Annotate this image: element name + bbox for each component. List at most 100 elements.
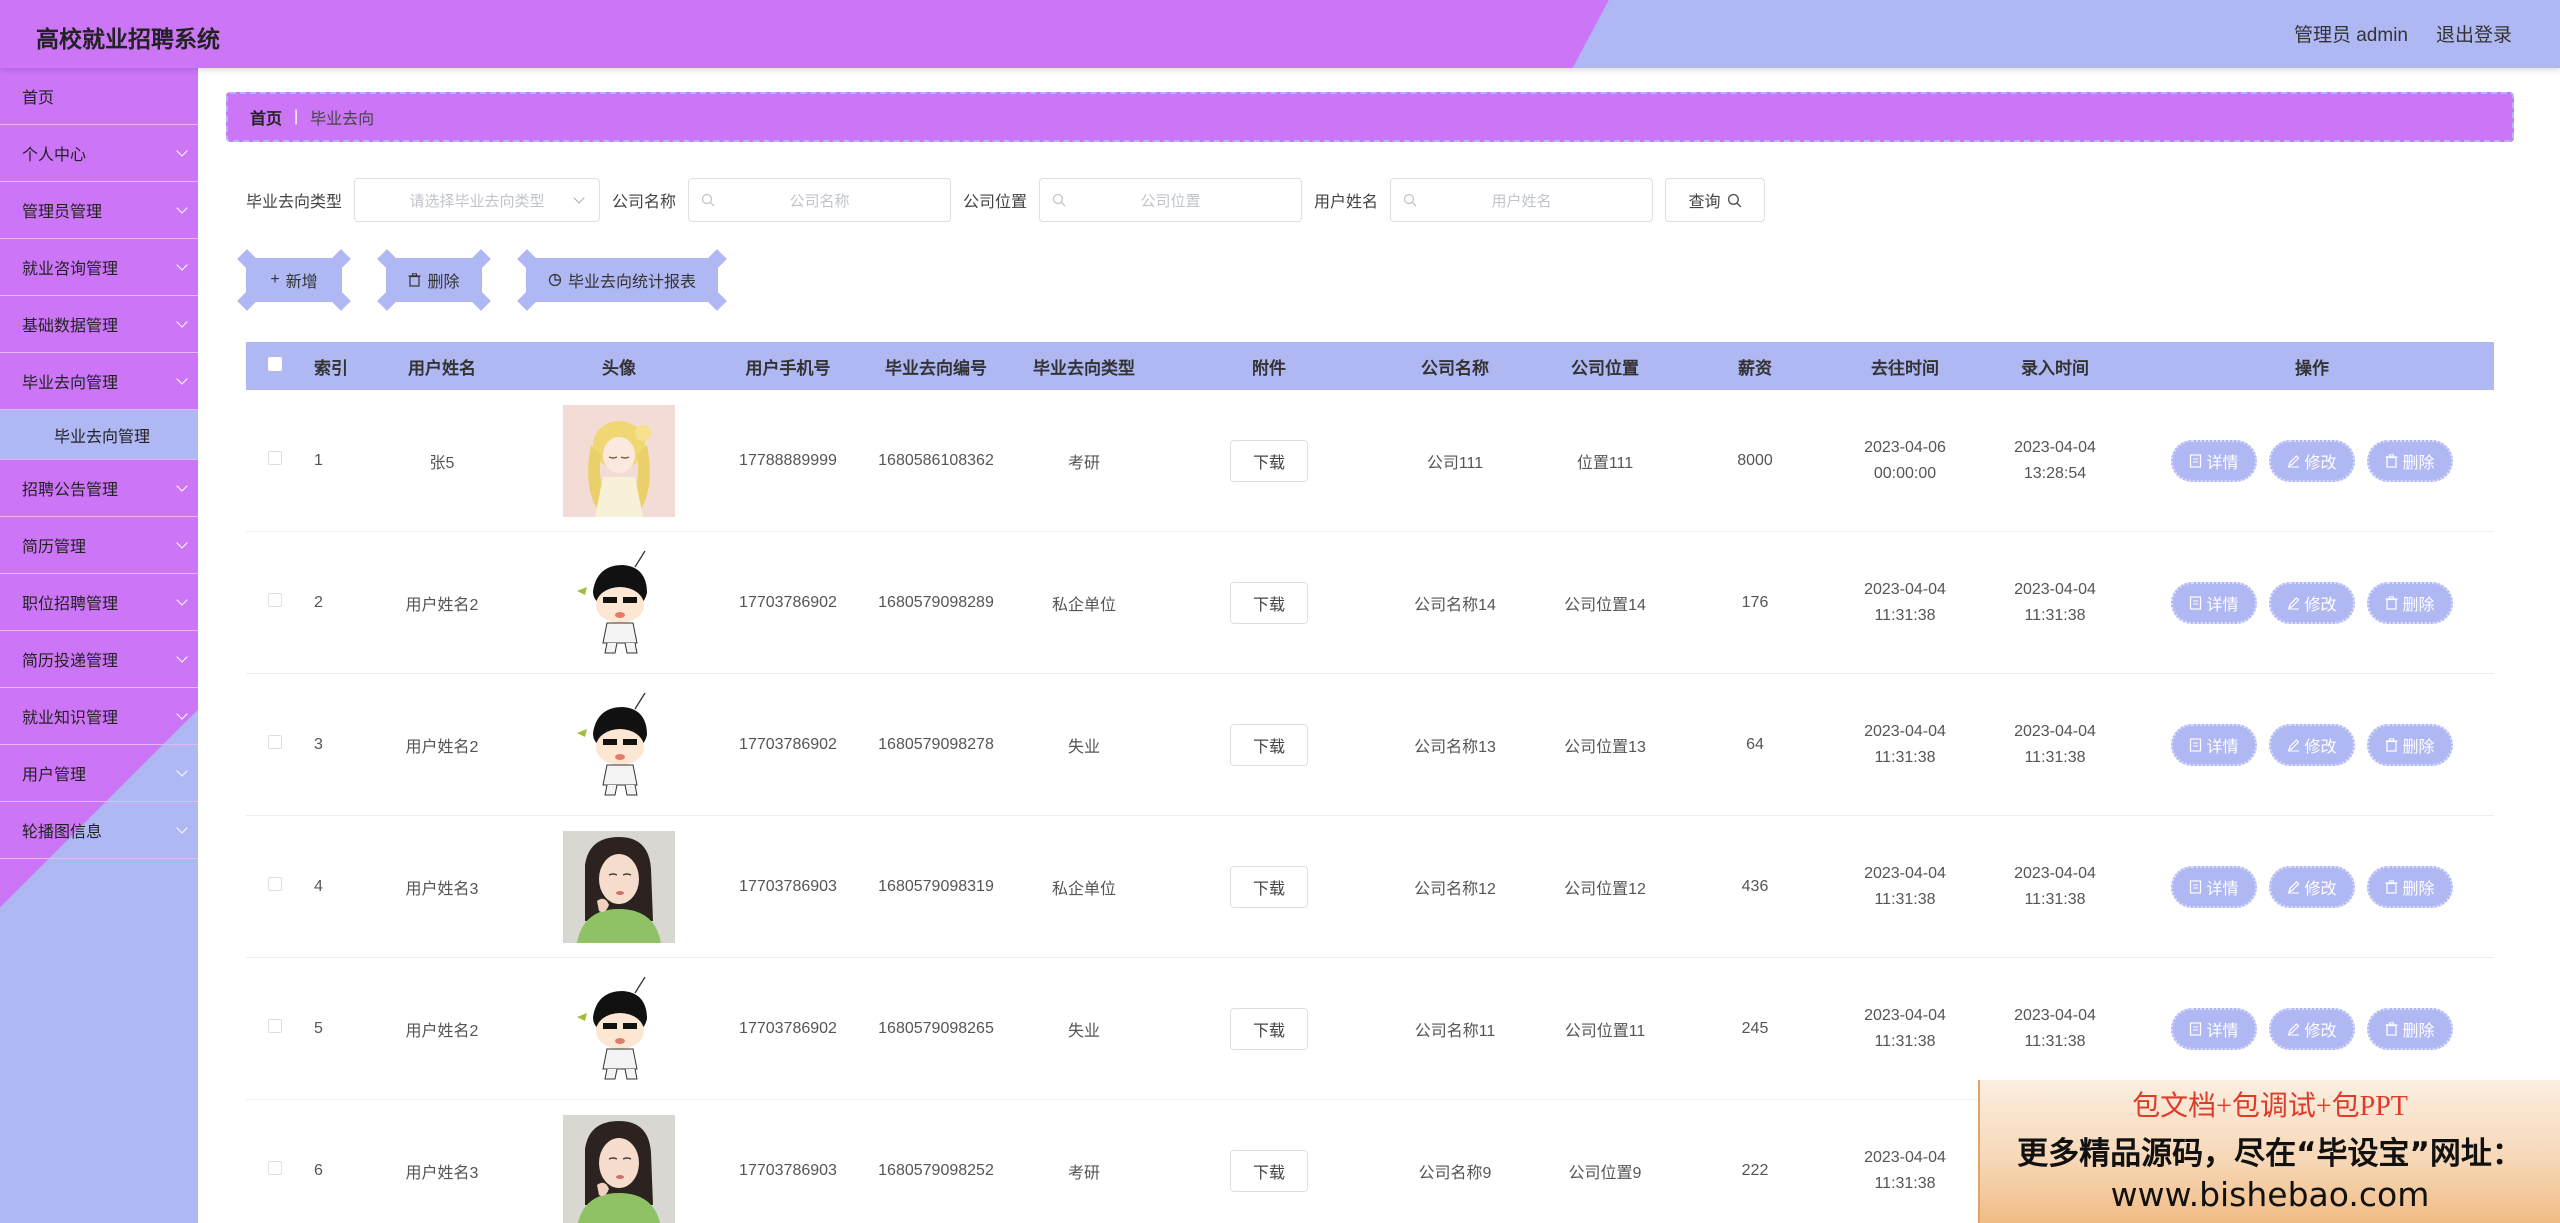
detail-button[interactable]: 详情 bbox=[2171, 581, 2257, 624]
row-checkbox[interactable] bbox=[268, 593, 282, 607]
download-button[interactable]: 下载 bbox=[1230, 439, 1308, 482]
download-button[interactable]: 下载 bbox=[1230, 723, 1308, 766]
detail-button[interactable]: 详情 bbox=[2171, 865, 2257, 908]
edit-button[interactable]: 修改 bbox=[2269, 1007, 2355, 1050]
sidebar-item[interactable]: 毕业去向管理 bbox=[0, 353, 198, 410]
delete-button[interactable]: 删除 bbox=[2367, 1007, 2453, 1050]
column-header: 附件 bbox=[1252, 358, 1286, 378]
sidebar-item[interactable]: 就业知识管理 bbox=[0, 688, 198, 745]
delete-button[interactable]: 删除 bbox=[2367, 865, 2453, 908]
row-checkbox[interactable] bbox=[268, 1019, 282, 1033]
edit-button[interactable]: 修改 bbox=[2269, 865, 2355, 908]
edit-button[interactable]: 修改 bbox=[2269, 439, 2355, 482]
type-select[interactable]: 请选择毕业去向类型 bbox=[354, 178, 601, 222]
chevron-down-icon bbox=[176, 537, 188, 549]
avatar-cell bbox=[524, 404, 714, 517]
sidebar-item[interactable]: 基础数据管理 bbox=[0, 296, 198, 353]
download-button[interactable]: 下载 bbox=[1230, 1007, 1308, 1050]
sidebar-subitem[interactable]: 毕业去向管理 bbox=[0, 410, 198, 460]
row-checkbox[interactable] bbox=[268, 735, 282, 749]
add-button[interactable]: + 新增 bbox=[237, 258, 351, 311]
table-row[interactable]: 1 张5 17788889999 1680586108362 考研 下载 公司111 位置11… bbox=[246, 390, 2494, 532]
cell-type: 考研 bbox=[1067, 1164, 1100, 1182]
trash-icon bbox=[2385, 737, 2398, 752]
promo-line-1: 包文档+包调试+包PPT bbox=[2132, 1091, 2408, 1122]
cell-salary: 64 bbox=[1746, 735, 1764, 753]
cell-phone: 17703786902 bbox=[739, 593, 837, 611]
user-name-input[interactable]: 用户姓名 bbox=[1390, 178, 1654, 222]
breadcrumb-home[interactable]: 首页 bbox=[250, 105, 282, 129]
avatar bbox=[563, 830, 675, 943]
pencil-icon bbox=[2288, 880, 2300, 893]
table-row[interactable]: 5 用户姓名2 17703786902 1680579098265 失业 下载 公司名称11… bbox=[246, 958, 2494, 1100]
row-checkbox[interactable] bbox=[268, 451, 282, 465]
type-select-placeholder: 请选择毕业去向类型 bbox=[409, 192, 545, 210]
sidebar-item[interactable]: 首页 bbox=[0, 68, 198, 125]
sidebar-item[interactable]: 招聘公告管理 bbox=[0, 460, 198, 517]
company-input[interactable]: 公司名称 bbox=[688, 178, 952, 222]
sidebar-item[interactable]: 职位招聘管理 bbox=[0, 574, 198, 631]
document-icon bbox=[2190, 1021, 2202, 1036]
detail-button[interactable]: 详情 bbox=[2171, 439, 2257, 482]
table-row[interactable]: 3 用户姓名2 17703786902 1680579098278 失业 下载 公司名称13… bbox=[246, 674, 2494, 816]
download-button[interactable]: 下载 bbox=[1230, 1149, 1308, 1192]
cell-salary: 222 bbox=[1741, 1161, 1769, 1179]
sidebar-item-label: 毕业去向管理 bbox=[54, 428, 151, 446]
column-header: 用户姓名 bbox=[408, 358, 476, 378]
app-title: 高校就业招聘系统 bbox=[36, 26, 220, 52]
logout-link[interactable]: 退出登录 bbox=[2436, 20, 2512, 47]
add-button-label: 新增 bbox=[285, 274, 318, 291]
sidebar-item[interactable]: 轮播图信息 bbox=[0, 802, 198, 859]
attachment-cell: 下载 bbox=[1158, 1149, 1380, 1192]
query-button[interactable]: 查询 bbox=[1665, 178, 1766, 222]
edit-button[interactable]: 修改 bbox=[2269, 581, 2355, 624]
cell-entry-time: 2023-04-04 13:28:54 bbox=[2014, 438, 2096, 482]
report-button[interactable]: 毕业去向统计报表 bbox=[517, 258, 727, 311]
select-all-checkbox[interactable] bbox=[268, 357, 282, 371]
sidebar-item[interactable]: 就业咨询管理 bbox=[0, 239, 198, 296]
row-checkbox[interactable] bbox=[268, 1161, 282, 1175]
delete-button[interactable]: 删除 bbox=[2367, 439, 2453, 482]
attachment-cell: 下载 bbox=[1158, 723, 1380, 766]
cell-name: 用户姓名2 bbox=[405, 1022, 479, 1040]
sidebar-item-label: 职位招聘管理 bbox=[22, 596, 119, 613]
cell-code: 1680579098265 bbox=[878, 1019, 994, 1037]
detail-button[interactable]: 详情 bbox=[2171, 723, 2257, 766]
batch-delete-button[interactable]: 删除 bbox=[377, 258, 491, 311]
pencil-icon bbox=[2288, 596, 2300, 609]
breadcrumb: 首页 | 毕业去向 bbox=[226, 92, 2514, 142]
promo-watermark: 包文档+包调试+包PPT 更多精品源码，尽在“毕设宝”网址： www.bishe… bbox=[1978, 1080, 2560, 1223]
edit-button-label: 修改 bbox=[2304, 738, 2337, 756]
sidebar-item[interactable]: 个人中心 bbox=[0, 125, 198, 182]
edit-button[interactable]: 修改 bbox=[2269, 723, 2355, 766]
sidebar-item[interactable]: 简历投递管理 bbox=[0, 631, 198, 688]
delete-button[interactable]: 删除 bbox=[2367, 581, 2453, 624]
table-row[interactable]: 4 用户姓名3 17703786903 1680579098319 私企单位 下载 公司名称… bbox=[246, 816, 2494, 958]
location-filter-label: 公司位置 bbox=[963, 194, 1028, 211]
cell-company: 公司名称11 bbox=[1414, 1022, 1496, 1040]
sidebar-item[interactable]: 简历管理 bbox=[0, 517, 198, 574]
column-header: 用户手机号 bbox=[745, 358, 831, 378]
sidebar-item[interactable]: 用户管理 bbox=[0, 745, 198, 802]
cell-phone: 17703786902 bbox=[739, 1019, 837, 1037]
download-button[interactable]: 下载 bbox=[1230, 581, 1308, 624]
row-select-cell bbox=[246, 1161, 304, 1180]
cell-type: 失业 bbox=[1067, 738, 1100, 756]
delete-button-label: 删除 bbox=[2402, 738, 2435, 756]
row-checkbox[interactable] bbox=[268, 877, 282, 891]
sidebar-item[interactable]: 管理员管理 bbox=[0, 182, 198, 239]
location-input[interactable]: 公司位置 bbox=[1039, 178, 1303, 222]
admin-user-label[interactable]: 管理员 admin bbox=[2294, 20, 2408, 47]
company-input-placeholder: 公司名称 bbox=[789, 192, 850, 210]
cell-phone: 17788889999 bbox=[739, 451, 837, 469]
detail-button[interactable]: 详情 bbox=[2171, 1007, 2257, 1050]
table-row[interactable]: 2 用户姓名2 17703786902 1680579098289 私企单位 下载 公司名称… bbox=[246, 532, 2494, 674]
delete-button[interactable]: 删除 bbox=[2367, 723, 2453, 766]
row-select-cell bbox=[246, 593, 304, 612]
cell-name: 用户姓名2 bbox=[405, 596, 479, 614]
chevron-down-icon bbox=[176, 316, 188, 328]
company-filter-label: 公司名称 bbox=[612, 194, 677, 211]
download-button[interactable]: 下载 bbox=[1230, 865, 1308, 908]
cell-salary: 436 bbox=[1741, 877, 1769, 895]
chevron-down-icon bbox=[176, 651, 188, 663]
